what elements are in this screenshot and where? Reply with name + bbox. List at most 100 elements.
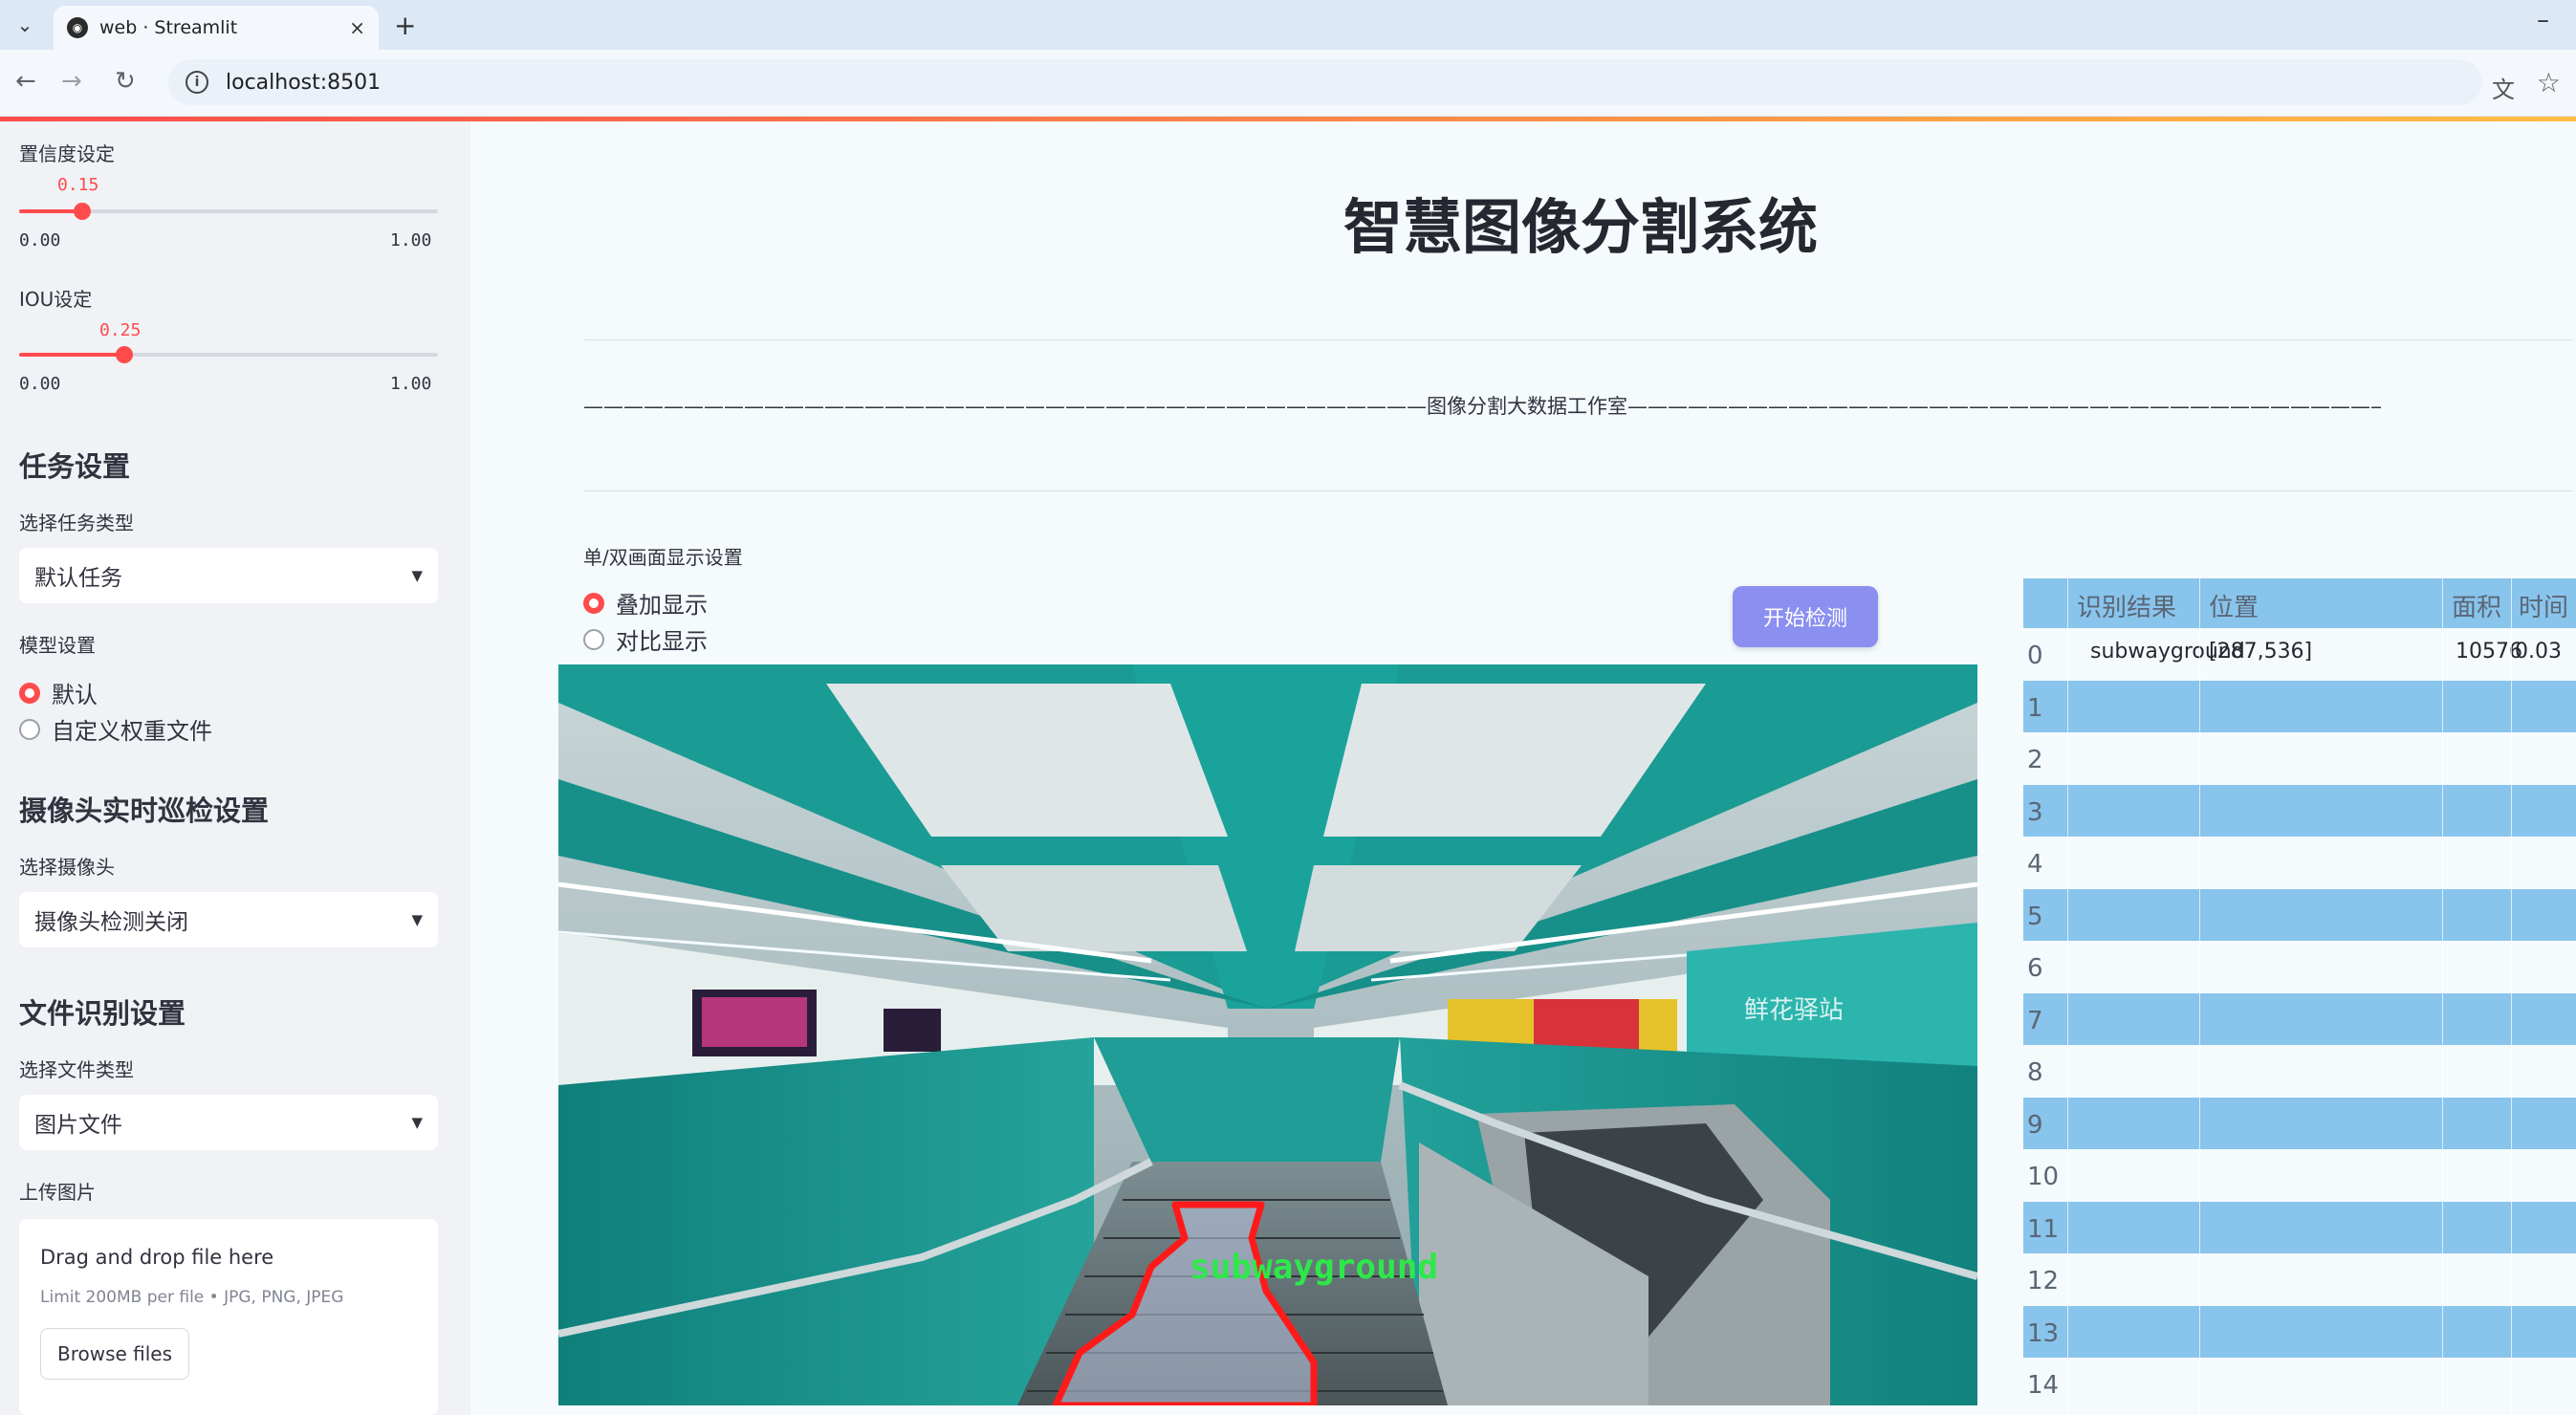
row-index: 5 (2027, 902, 2043, 931)
divider-bottom (583, 490, 2572, 491)
display-mode-overlay[interactable]: 叠加显示 (583, 586, 708, 620)
confidence-slider-fill (19, 209, 82, 213)
results-table[interactable]: 识别结果 位置 面积 时间 0 subwayground [287,536] 1057… (2023, 578, 2576, 1415)
iou-label: IOU设定 (19, 288, 93, 311)
iou-slider[interactable] (19, 346, 438, 363)
studio-divider-text: ————————————————————————————————————————… (583, 395, 2381, 418)
detection-result-image: 鲜花驿站 subwayground (558, 664, 1977, 1405)
table-row[interactable]: 3 (2023, 784, 2576, 837)
row-index: 7 (2027, 1006, 2043, 1035)
table-row[interactable]: 13 (2023, 1305, 2576, 1358)
row-index: 8 (2027, 1058, 2043, 1087)
display-mode-option: 对比显示 (616, 628, 708, 655)
model-option-label: 自定义权重文件 (52, 718, 212, 745)
model-option-default[interactable]: 默认 (19, 676, 98, 709)
model-label: 模型设置 (19, 634, 96, 657)
confidence-max: 1.00 (390, 230, 432, 250)
column-header-position[interactable]: 位置 (2209, 588, 2259, 623)
task-type-label: 选择任务类型 (19, 512, 134, 534)
iou-min: 0.00 (19, 374, 61, 394)
table-row[interactable]: 11 (2023, 1201, 2576, 1253)
row-index: 13 (2027, 1318, 2060, 1348)
row-index: 4 (2027, 850, 2043, 879)
task-type-select[interactable]: 默认任务 ▼ (19, 548, 438, 603)
confidence-min: 0.00 (19, 230, 61, 250)
tab-title: web · Streamlit (99, 17, 238, 38)
start-detection-button[interactable]: 开始检测 (1733, 586, 1878, 647)
task-type-value: 默认任务 (34, 566, 122, 591)
model-option-label: 默认 (52, 682, 98, 708)
row-index: 3 (2027, 797, 2043, 827)
browser-tab-bar: ⌄ ◉ web · Streamlit × + – (0, 0, 2576, 50)
table-row[interactable]: 5 (2023, 888, 2576, 941)
row-index: 0 (2027, 642, 2043, 670)
table-row[interactable]: 8 (2023, 1045, 2576, 1098)
upload-instructions: Drag and drop file here (40, 1246, 274, 1269)
radio-unselected-icon (583, 628, 604, 650)
table-row[interactable]: 0 subwayground [287,536] 10576 0.03 (2023, 628, 2576, 681)
row-index: 2 (2027, 746, 2043, 774)
back-arrow-icon[interactable]: ← (15, 67, 36, 96)
table-row[interactable]: 9 (2023, 1097, 2576, 1149)
confidence-label: 置信度设定 (19, 142, 115, 165)
table-row[interactable]: 12 (2023, 1253, 2576, 1306)
address-bar[interactable]: i localhost:8501 (168, 59, 2482, 105)
column-divider (2067, 578, 2068, 1415)
camera-select[interactable]: 摄像头检测关闭 ▼ (19, 892, 438, 947)
subway-station-scene: 鲜花驿站 subwayground (558, 664, 1977, 1405)
table-header: 识别结果 位置 面积 时间 (2023, 578, 2576, 628)
table-row[interactable]: 14 (2023, 1358, 2576, 1410)
station-sign-text: 鲜花驿站 (1744, 996, 1844, 1025)
table-row[interactable]: 6 (2023, 941, 2576, 993)
streamlit-favicon-icon: ◉ (67, 17, 88, 38)
row-index: 9 (2027, 1110, 2043, 1140)
confidence-value: 0.15 (57, 175, 99, 195)
tab-search-chevron-icon[interactable]: ⌄ (10, 10, 40, 40)
radio-selected-icon (583, 592, 604, 614)
translate-icon[interactable]: 文 (2492, 71, 2515, 104)
column-header-result[interactable]: 识别结果 (2077, 588, 2176, 623)
forward-arrow-icon[interactable]: → (61, 67, 82, 96)
browser-toolbar: ← → ↻ i localhost:8501 文 ☆ (0, 50, 2576, 117)
browse-files-button[interactable]: Browse files (40, 1328, 189, 1380)
file-type-select[interactable]: 图片文件 ▼ (19, 1095, 438, 1150)
row-index: 10 (2027, 1163, 2060, 1191)
file-section-heading: 文件识别设置 (19, 997, 186, 1030)
table-row[interactable]: 7 (2023, 992, 2576, 1045)
column-header-area[interactable]: 面积 (2452, 588, 2501, 623)
cell-area: 10576 (2456, 640, 2522, 664)
confidence-slider-thumb[interactable] (73, 203, 91, 220)
tab-close-icon[interactable]: × (349, 16, 365, 39)
browser-tab[interactable]: ◉ web · Streamlit × (54, 6, 379, 50)
reload-icon[interactable]: ↻ (115, 67, 136, 96)
iou-value: 0.25 (99, 320, 142, 340)
column-divider (2199, 578, 2200, 1415)
bookmark-star-icon[interactable]: ☆ (2537, 67, 2561, 98)
column-header-time[interactable]: 时间 (2519, 588, 2568, 623)
camera-label: 选择摄像头 (19, 856, 115, 879)
new-tab-button[interactable]: + (394, 10, 416, 41)
task-section-heading: 任务设置 (19, 450, 131, 483)
sidebar: 置信度设定 0.15 0.00 1.00 IOU设定 0.25 0.00 1.0… (0, 121, 470, 1415)
file-uploader-dropzone[interactable]: Drag and drop file here Limit 200MB per … (19, 1219, 438, 1415)
row-index: 14 (2027, 1371, 2060, 1400)
confidence-slider[interactable] (19, 203, 438, 220)
window-minimize-button[interactable]: – (2537, 6, 2549, 34)
table-row[interactable]: 2 (2023, 732, 2576, 785)
file-type-label: 选择文件类型 (19, 1058, 134, 1081)
iou-max: 1.00 (390, 374, 432, 394)
site-info-icon[interactable]: i (186, 71, 208, 94)
table-row[interactable]: 10 (2023, 1149, 2576, 1202)
divider-top (583, 339, 2572, 340)
table-row[interactable]: 4 (2023, 837, 2576, 889)
model-option-custom[interactable]: 自定义权重文件 (19, 712, 212, 746)
cell-time: 0.03 (2515, 640, 2562, 664)
chevron-down-icon: ▼ (411, 1114, 423, 1131)
display-mode-compare[interactable]: 对比显示 (583, 622, 708, 656)
row-index: 12 (2027, 1267, 2060, 1295)
upload-limit-text: Limit 200MB per file • JPG, PNG, JPEG (40, 1288, 344, 1307)
iou-slider-thumb[interactable] (115, 346, 133, 363)
table-row[interactable]: 1 (2023, 680, 2576, 732)
row-index: 6 (2027, 954, 2043, 983)
upload-label: 上传图片 (19, 1181, 96, 1204)
